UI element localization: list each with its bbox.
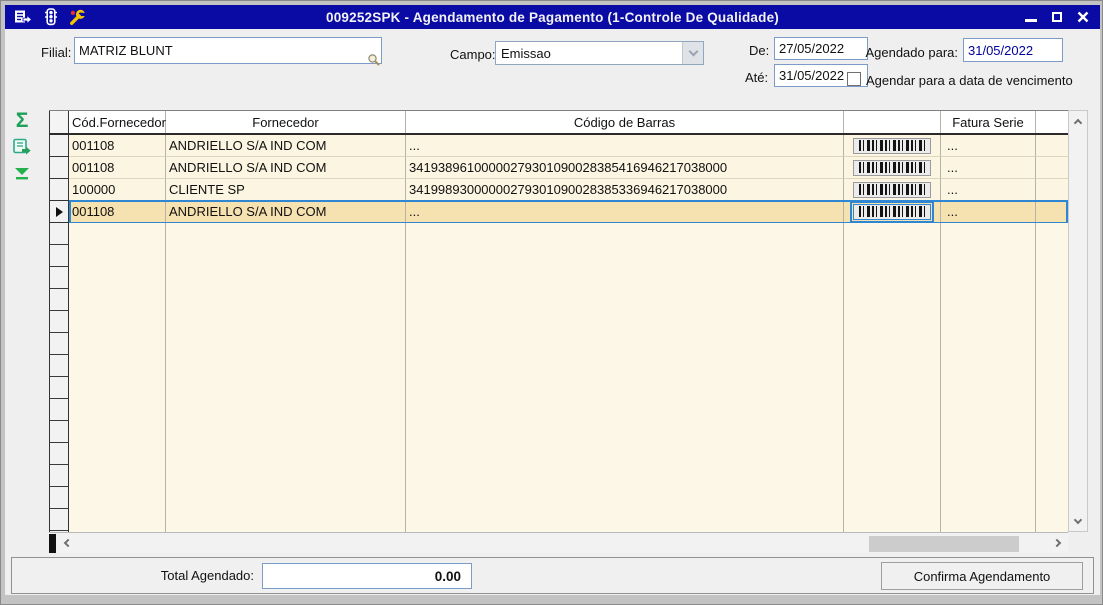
fornecedor-cell[interactable]: ANDRIELLO S/A IND COM <box>166 201 406 223</box>
total-agendado-input[interactable] <box>262 563 472 589</box>
barcode-image-cell[interactable] <box>844 157 941 179</box>
scroll-down-icon[interactable] <box>1070 513 1086 529</box>
fornecedor-cell[interactable]: ANDRIELLO S/A IND COM <box>166 135 406 157</box>
horizontal-scroll-thumb[interactable] <box>869 536 1019 552</box>
table-row-selected[interactable]: 001108 ANDRIELLO S/A IND COM ... ... <box>49 200 1068 224</box>
fornecedor-cell[interactable]: ANDRIELLO S/A IND COM <box>166 157 406 179</box>
fornecedor-cell[interactable]: CLIENTE SP <box>166 179 406 201</box>
codigo-barras-cell[interactable]: ... <box>406 135 844 157</box>
barcode-image-cell[interactable] <box>844 179 941 201</box>
grid-header-row: Cód.Fornecedor Fornecedor Código de Barr… <box>49 110 1068 135</box>
maximize-button[interactable] <box>1044 5 1070 29</box>
total-agendado-label: Total Agendado: <box>160 568 254 583</box>
barcode-icon <box>859 184 925 195</box>
filial-input[interactable] <box>74 37 382 64</box>
campo-select[interactable]: Emissao <box>495 41 704 65</box>
footer-panel: Total Agendado: Confirma Agendamento <box>11 557 1094 594</box>
campo-selected-value: Emissao <box>501 45 551 61</box>
row-selector-cell[interactable] <box>49 135 69 157</box>
header-extra-column <box>1036 111 1068 133</box>
current-row-marker-icon <box>55 206 63 217</box>
extra-cell <box>1036 135 1068 157</box>
codigo-barras-cell[interactable]: 3419989300000027930109002838533694621703… <box>406 179 844 201</box>
extra-cell <box>1036 157 1068 179</box>
payments-grid: Cód.Fornecedor Fornecedor Código de Barr… <box>49 110 1068 532</box>
cod-fornecedor-cell[interactable]: 100000 <box>69 179 166 201</box>
header-barcode-image <box>844 111 941 133</box>
table-row[interactable]: 001108 ANDRIELLO S/A IND COM ... ... <box>49 135 1068 157</box>
codigo-barras-cell[interactable]: ... <box>406 201 844 223</box>
horizontal-scrollbar[interactable] <box>49 532 1068 553</box>
barcode-icon <box>859 162 925 173</box>
cod-fornecedor-cell[interactable]: 001108 <box>69 157 166 179</box>
barcode-button[interactable] <box>850 201 934 222</box>
agendado-para-label: Agendado para: <box>865 45 958 60</box>
barcode-button[interactable] <box>853 159 931 176</box>
scroll-up-icon[interactable] <box>1070 113 1086 129</box>
empty-row-selector-column <box>49 223 69 532</box>
scroll-right-icon[interactable] <box>1050 535 1066 551</box>
fatura-serie-cell[interactable]: ... <box>941 179 1036 201</box>
confirma-agendamento-button[interactable]: Confirma Agendamento <box>881 562 1083 590</box>
window-title: 009252SPK - Agendamento de Pagamento (1-… <box>326 9 779 25</box>
grid-empty-area <box>49 223 1068 532</box>
cod-fornecedor-cell[interactable]: 001108 <box>69 201 166 223</box>
table-row[interactable]: 100000 CLIENTE SP 3419989300000027930109… <box>49 179 1068 201</box>
campo-label: Campo: <box>450 47 496 62</box>
filial-label: Filial: <box>41 45 72 60</box>
title-bar: 009252SPK - Agendamento de Pagamento (1-… <box>5 5 1100 29</box>
grid-left-edge-caret <box>49 534 56 553</box>
table-row[interactable]: 001108 ANDRIELLO S/A IND COM 34193896100… <box>49 157 1068 179</box>
row-selector-cell[interactable] <box>49 157 69 179</box>
chevron-down-icon[interactable] <box>682 42 703 64</box>
barcode-image-cell-focused[interactable] <box>844 201 941 223</box>
go-to-bottom-icon[interactable] <box>9 161 35 185</box>
barcode-image-cell[interactable] <box>844 135 941 157</box>
fatura-serie-cell[interactable]: ... <box>941 157 1036 179</box>
barcode-icon <box>859 206 925 217</box>
de-label: De: <box>749 43 770 58</box>
fatura-serie-cell[interactable]: ... <box>941 135 1036 157</box>
cod-fornecedor-cell[interactable]: 001108 <box>69 135 166 157</box>
vencimento-checkbox[interactable] <box>847 72 861 86</box>
extra-cell <box>1036 179 1068 201</box>
row-selector-cell[interactable] <box>49 179 69 201</box>
sum-total-icon[interactable]: Σ <box>9 109 35 133</box>
barcode-icon <box>859 140 925 151</box>
header-fatura-serie: Fatura Serie <box>941 111 1036 133</box>
extra-cell <box>1036 201 1068 223</box>
header-cod-fornecedor: Cód.Fornecedor <box>69 111 166 133</box>
copy-export-icon[interactable] <box>9 135 35 159</box>
scroll-left-icon[interactable] <box>58 535 74 551</box>
header-row-selector <box>49 111 69 133</box>
app-window: 009252SPK - Agendamento de Pagamento (1-… <box>0 0 1103 605</box>
header-fornecedor: Fornecedor <box>166 111 406 133</box>
agendado-para-date-input[interactable] <box>963 38 1063 62</box>
ate-label: Até: <box>745 70 769 85</box>
minimize-button[interactable] <box>1018 5 1044 29</box>
close-button[interactable] <box>1070 5 1096 29</box>
vertical-scrollbar[interactable] <box>1068 110 1088 532</box>
fatura-serie-cell[interactable]: ... <box>941 201 1036 223</box>
vencimento-checkbox-label: Agendar para a data de vencimento <box>866 73 1073 88</box>
barcode-button[interactable] <box>853 181 931 198</box>
header-codigo-barras: Código de Barras <box>406 111 844 133</box>
codigo-barras-cell[interactable]: 3419389610000027930109002838541694621703… <box>406 157 844 179</box>
barcode-button[interactable] <box>853 137 931 154</box>
row-selector-cell[interactable] <box>49 201 69 223</box>
empty-grid-body <box>69 223 1068 532</box>
